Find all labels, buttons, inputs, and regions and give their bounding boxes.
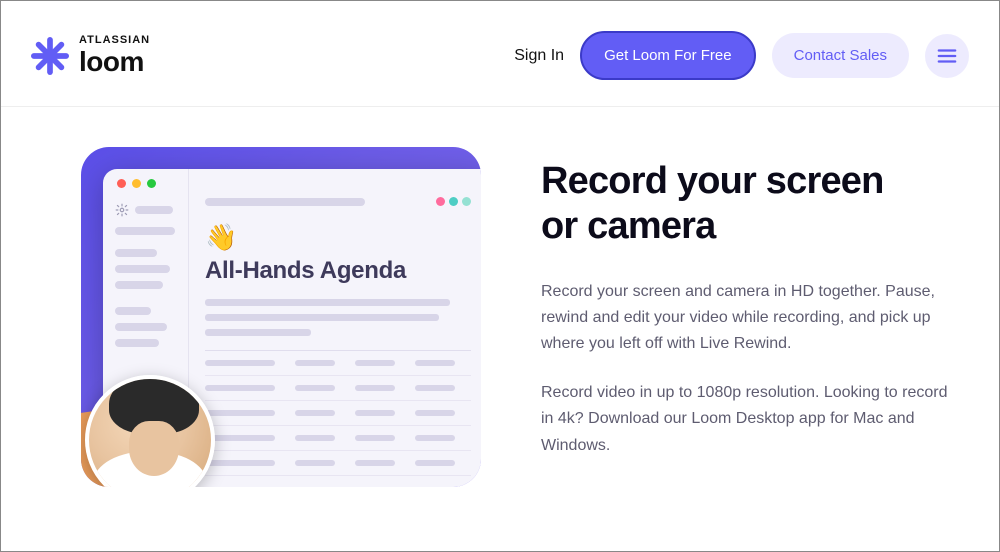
window-controls	[117, 179, 156, 188]
logo-text: ATLASSIAN loom	[79, 35, 150, 76]
header-nav: Sign In Get Loom For Free Contact Sales	[514, 31, 969, 80]
hero-section: 👋 All-Hands Agenda Record your screen	[1, 107, 999, 487]
logo[interactable]: ATLASSIAN loom	[31, 35, 150, 76]
hero-copy: Record your screen or camera Record your…	[541, 147, 961, 481]
hero-heading: Record your screen or camera	[541, 159, 961, 249]
gear-icon	[115, 203, 129, 217]
menu-button[interactable]	[925, 34, 969, 78]
close-dot-icon	[117, 179, 126, 188]
contact-sales-button[interactable]: Contact Sales	[772, 33, 909, 78]
loom-icon	[31, 37, 69, 75]
presence-dots-icon	[436, 197, 471, 206]
logo-parent-label: ATLASSIAN	[79, 35, 150, 46]
hero-paragraph-1: Record your screen and camera in HD toge…	[541, 279, 961, 358]
sign-in-link[interactable]: Sign In	[514, 47, 564, 65]
site-header: ATLASSIAN loom Sign In Get Loom For Free…	[1, 1, 999, 107]
zoom-dot-icon	[147, 179, 156, 188]
mock-doc-title: All-Hands Agenda	[205, 257, 471, 285]
heading-line-1: Record your screen	[541, 160, 884, 202]
heading-line-2: or camera	[541, 205, 715, 247]
camera-bubble	[85, 375, 215, 487]
logo-name-label: loom	[79, 48, 150, 76]
hero-illustration: 👋 All-Hands Agenda	[81, 147, 481, 487]
wave-emoji-icon: 👋	[205, 222, 471, 253]
hamburger-icon	[936, 45, 958, 67]
hero-paragraph-2: Record video in up to 1080p resolution. …	[541, 380, 961, 459]
mock-document: 👋 All-Hands Agenda	[189, 169, 481, 487]
minimize-dot-icon	[132, 179, 141, 188]
get-loom-free-button[interactable]: Get Loom For Free	[580, 31, 756, 80]
